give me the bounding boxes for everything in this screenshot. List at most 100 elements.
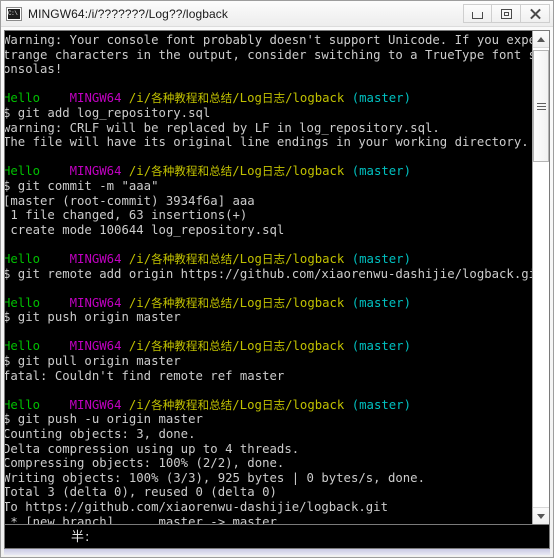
prompt-branch: (master) — [351, 164, 411, 179]
terminal-command-line: $ git push origin master — [5, 310, 532, 325]
command-text: $ git push origin master — [5, 310, 181, 325]
prompt-path-part: /i/ — [128, 295, 152, 310]
terminal-screen[interactable]: Warning: Your console font probably does… — [5, 31, 532, 524]
terminal-output: Warning: Your console font probably does… — [5, 33, 532, 524]
prompt-path-part: /logback — [285, 339, 345, 354]
prompt-path-part: /logback — [285, 91, 345, 106]
prompt-space2 — [344, 398, 351, 412]
terminal-output-line: * [new branch] master -> master — [5, 515, 532, 524]
output-text: * [new branch] master -> master — [5, 514, 277, 524]
prompt-space2 — [344, 296, 351, 310]
scroll-down-arrow[interactable] — [533, 507, 549, 524]
prompt-path: /i/各种教程和总结/Log日志/logback — [129, 339, 344, 353]
minimize-icon — [472, 11, 483, 19]
maximize-button[interactable] — [492, 4, 521, 23]
terminal-output-line: Delta compression using up to 4 threads. — [5, 442, 532, 457]
scrollbar-track[interactable] — [533, 48, 549, 507]
prompt-path-part: /i/ — [128, 339, 152, 354]
prompt-path: /i/各种教程和总结/Log日志/logback — [129, 398, 344, 412]
prompt-user: Hello — [5, 397, 41, 412]
console-icon — [6, 6, 22, 21]
ime-strip: 半: — [4, 525, 550, 549]
terminal-warning-line: trange characters in the output, conside… — [5, 48, 532, 63]
prompt-path-part: /Log — [232, 91, 262, 106]
screenshot-root: MINGW64:/i/???????/Log??/logback Warning… — [0, 0, 554, 558]
prompt-line: Hello MINGW64 /i/各种教程和总结/Log日志/logback (… — [5, 398, 532, 413]
prompt-path-part: /i/ — [128, 164, 152, 179]
prompt-path-part: 日志 — [261, 397, 286, 412]
terminal-command-line: $ git pull origin master — [5, 354, 532, 369]
prompt-path: /i/各种教程和总结/Log日志/logback — [129, 296, 344, 310]
terminal-window: MINGW64:/i/???????/Log??/logback Warning… — [0, 0, 554, 558]
warning-text: trange characters in the output, conside… — [5, 47, 532, 62]
title-bar[interactable]: MINGW64:/i/???????/Log??/logback — [1, 1, 553, 27]
prompt-line: Hello MINGW64 /i/各种教程和总结/Log日志/logback (… — [5, 339, 532, 354]
prompt-path-part: /logback — [285, 397, 345, 412]
prompt-space2 — [344, 339, 351, 353]
command-text: $ git remote add origin https://github.c… — [5, 266, 532, 281]
terminal-warning-line: onsolas! — [5, 62, 532, 77]
prompt-user: Hello — [5, 339, 41, 354]
terminal-area[interactable]: Warning: Your console font probably does… — [4, 30, 550, 525]
minimize-button[interactable] — [463, 4, 492, 23]
prompt-path-part: 日志 — [261, 295, 286, 310]
prompt-gap — [40, 164, 70, 178]
prompt-host: MINGW64 — [69, 164, 122, 179]
prompt-gap — [40, 398, 70, 412]
prompt-path-part: 日志 — [261, 251, 286, 266]
output-text: warning: CRLF will be replaced by LF in … — [5, 120, 440, 135]
prompt-path-part: 日志 — [261, 91, 286, 106]
prompt-host: MINGW64 — [69, 91, 122, 106]
window-bottom-edge — [4, 549, 550, 555]
prompt-path-part: /i/ — [128, 251, 152, 266]
terminal-command-line: $ git add log_repository.sql — [5, 106, 532, 121]
prompt-path-part: /i/ — [128, 91, 152, 106]
scrollbar-thumb[interactable] — [533, 50, 549, 162]
terminal-output-line: To https://github.com/xiaorenwu-dashijie… — [5, 500, 532, 515]
prompt-gap — [40, 339, 70, 353]
output-text: Writing objects: 100% (3/3), 925 bytes |… — [5, 470, 425, 485]
output-text: Delta compression using up to 4 threads. — [5, 441, 300, 456]
terminal-output-line: fatal: Couldn't find remote ref master — [5, 369, 532, 384]
output-text: Total 3 (delta 0), reused 0 (delta 0) — [5, 485, 277, 500]
prompt-gap — [40, 296, 70, 310]
prompt-host: MINGW64 — [69, 251, 122, 266]
terminal-output-line: 1 file changed, 63 insertions(+) — [5, 208, 532, 223]
terminal-command-line: $ git push -u origin master — [5, 412, 532, 427]
window-title: MINGW64:/i/???????/Log??/logback — [28, 6, 228, 21]
prompt-branch: (master) — [351, 295, 411, 310]
scroll-up-arrow[interactable] — [533, 31, 549, 48]
output-text: 1 file changed, 63 insertions(+) — [5, 208, 248, 223]
prompt-line: Hello MINGW64 /i/各种教程和总结/Log日志/logback (… — [5, 164, 532, 179]
vertical-scrollbar[interactable] — [532, 31, 549, 524]
prompt-host: MINGW64 — [69, 295, 122, 310]
output-text: create mode 100644 log_repository.sql — [5, 222, 285, 237]
prompt-path-part: /Log — [232, 251, 262, 266]
prompt-path-part: 日志 — [261, 164, 286, 179]
command-text: $ git push -u origin master — [5, 412, 203, 427]
prompt-path-part: /i/ — [128, 397, 152, 412]
prompt-path-part: /Log — [232, 164, 262, 179]
prompt-branch: (master) — [351, 91, 411, 106]
output-text: [master (root-commit) 3934f6a] aaa — [5, 193, 255, 208]
command-text: $ git add log_repository.sql — [5, 105, 211, 120]
command-text: $ git commit -m "aaa" — [5, 178, 159, 193]
terminal-command-line: $ git remote add origin https://github.c… — [5, 267, 532, 282]
prompt-branch: (master) — [351, 339, 411, 354]
prompt-path-part: 各种教程和总结 — [151, 397, 233, 412]
terminal-output-line: Writing objects: 100% (3/3), 925 bytes |… — [5, 471, 532, 486]
close-button[interactable] — [521, 4, 550, 23]
prompt-path-part: /Log — [232, 397, 262, 412]
prompt-user: Hello — [5, 164, 41, 179]
terminal-output-line: Counting objects: 3, done. — [5, 427, 532, 442]
terminal-command-line: $ git commit -m "aaa" — [5, 179, 532, 194]
output-text: fatal: Couldn't find remote ref master — [5, 368, 285, 383]
prompt-host: MINGW64 — [69, 397, 122, 412]
